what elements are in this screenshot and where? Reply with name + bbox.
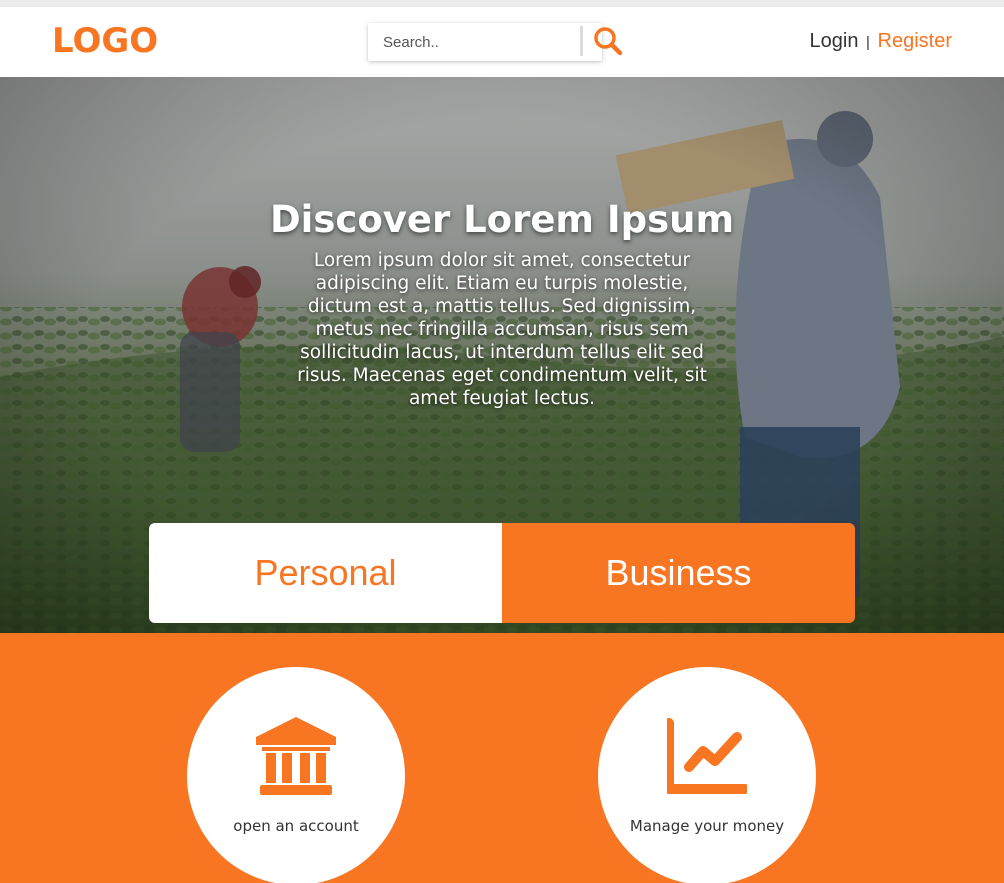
- tab-business[interactable]: Business: [502, 523, 855, 623]
- search-divider: [580, 26, 583, 56]
- login-link[interactable]: Login: [810, 30, 859, 52]
- logo[interactable]: LOGO: [52, 21, 158, 61]
- auth-links: Login | Register: [810, 30, 952, 53]
- register-link[interactable]: Register: [878, 30, 952, 52]
- open-account-card[interactable]: open an account: [187, 667, 405, 883]
- features-section: open an account Manage your money: [0, 633, 1004, 883]
- auth-separator: |: [866, 34, 870, 51]
- bank-icon: [256, 717, 336, 795]
- feature-label: Manage your money: [629, 817, 785, 835]
- tab-personal[interactable]: Personal: [149, 523, 502, 623]
- search-input[interactable]: [368, 23, 580, 61]
- hero-title: Discover Lorem Ipsum: [269, 198, 735, 241]
- search-button[interactable]: [592, 25, 624, 57]
- top-strip: [0, 0, 1004, 7]
- search-icon: [594, 27, 623, 56]
- feature-label: open an account: [233, 817, 359, 835]
- chart-line-icon: [667, 718, 747, 794]
- manage-money-card[interactable]: Manage your money: [598, 667, 816, 883]
- hero-section: Discover Lorem Ipsum Lorem ipsum dolor s…: [0, 77, 1004, 633]
- search-box: [368, 23, 602, 61]
- site-header: LOGO Login | Register: [0, 7, 1004, 77]
- account-type-tabs: Personal Business: [149, 523, 855, 623]
- hero-description: Lorem ipsum dolor sit amet, consectetur …: [297, 250, 707, 409]
